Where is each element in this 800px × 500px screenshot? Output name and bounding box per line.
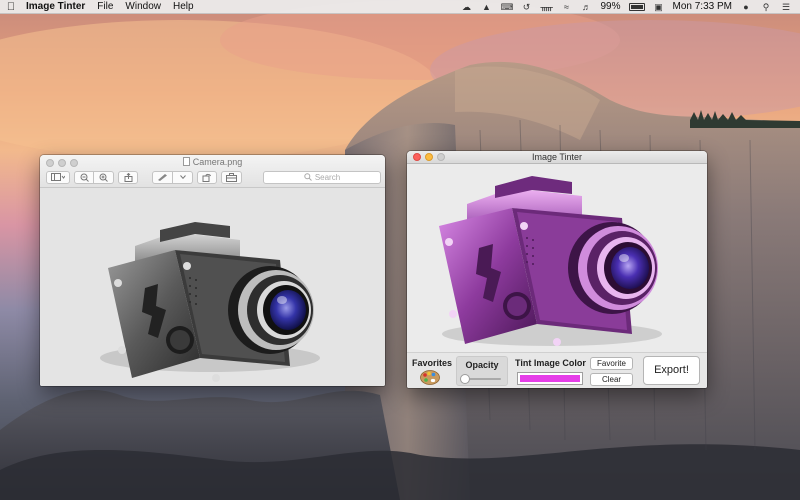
search-placeholder: Search [314, 172, 341, 182]
menu-help[interactable]: Help [167, 0, 200, 14]
palette-icon[interactable] [420, 370, 440, 385]
menu-app-name[interactable]: Image Tinter [22, 0, 91, 14]
toolbox-button[interactable] [221, 170, 242, 184]
markup-pen-icon [158, 174, 167, 181]
markup-menu-button[interactable] [173, 170, 193, 184]
preview-window: Camera.png Search [40, 155, 385, 386]
battery-icon[interactable] [628, 2, 645, 11]
document-icon [182, 157, 190, 166]
tint-color-well[interactable] [517, 372, 583, 385]
rotate-button[interactable] [197, 170, 217, 184]
zoom-in-button[interactable] [94, 170, 114, 184]
chevron-down-icon [179, 175, 186, 179]
image-tinter-window: Image Tinter Favorites Opacity Tint Imag… [407, 151, 707, 388]
zoom-group [74, 170, 114, 184]
zoom-out-button[interactable] [74, 170, 94, 184]
keyboard-icon[interactable]: ⌨ [501, 2, 514, 12]
display-icon[interactable]: ▣ [653, 2, 665, 12]
clear-button[interactable]: Clear [590, 373, 633, 386]
rotate-icon [202, 173, 211, 182]
preview-image-canvas [40, 188, 385, 386]
zoom-out-icon [80, 173, 89, 182]
zoom-in-icon [99, 173, 108, 182]
search-input[interactable]: Search [263, 170, 381, 184]
markup-button[interactable] [152, 170, 173, 184]
volume-icon[interactable]: ♬ [581, 2, 593, 12]
menu-clock[interactable]: Mon 7:33 PM [673, 1, 732, 12]
sidebar-icon [51, 173, 65, 181]
camera-image-tinted [439, 176, 662, 346]
tinter-title: Image Tinter [531, 152, 583, 162]
markup-group [152, 170, 193, 184]
tint-color-swatch [520, 375, 580, 382]
share-button[interactable] [118, 170, 138, 184]
search-icon [304, 173, 312, 181]
cloud-icon[interactable]: ☁ [461, 2, 473, 12]
preview-titlebar[interactable]: Camera.png Search [40, 155, 385, 188]
menu-bar:  Image Tinter File Window Help ☁ ▲ ⌨ ↺ … [0, 0, 800, 14]
opacity-label: Opacity [465, 360, 499, 370]
tinted-image-canvas [407, 164, 707, 352]
bluetooth-icon[interactable]: ᚅ [541, 2, 553, 12]
export-button[interactable]: Export! [643, 356, 700, 385]
airplay-icon[interactable]: ▲ [481, 2, 493, 12]
time-machine-icon[interactable]: ↺ [521, 2, 533, 12]
menu-file[interactable]: File [91, 0, 119, 14]
sidebar-toggle-button[interactable] [46, 170, 70, 184]
opacity-slider-knob[interactable] [460, 374, 471, 384]
tinter-controls: Favorites Opacity Tint Image Color Favor… [407, 352, 707, 388]
tint-color-label: Tint Image Color [515, 358, 586, 368]
favorite-button[interactable]: Favorite [590, 357, 633, 370]
user-icon[interactable]: ● [740, 2, 752, 12]
toolbox-icon [226, 172, 237, 182]
camera-image-grayscale [100, 222, 320, 382]
wifi-icon[interactable]: ≈ [561, 2, 573, 12]
battery-percent[interactable]: 99% [601, 1, 621, 12]
preview-title-text: Camera.png [192, 157, 243, 167]
spotlight-icon[interactable]: ⚲ [760, 2, 772, 12]
preview-toolbar: Search [46, 170, 381, 184]
opacity-control: Opacity [456, 356, 508, 386]
favorites-label: Favorites [412, 358, 453, 368]
notification-center-icon[interactable]: ☰ [780, 2, 792, 12]
preview-title: Camera.png [40, 157, 385, 167]
status-area: ☁ ▲ ⌨ ↺ ᚅ ≈ ♬ 99% ▣ Mon 7:33 PM ● ⚲ ☰ [461, 1, 800, 12]
menu-window[interactable]: Window [119, 0, 167, 14]
apple-logo-icon[interactable]:  [0, 1, 22, 13]
tinter-titlebar[interactable]: Image Tinter [407, 151, 707, 164]
share-icon [124, 172, 132, 182]
